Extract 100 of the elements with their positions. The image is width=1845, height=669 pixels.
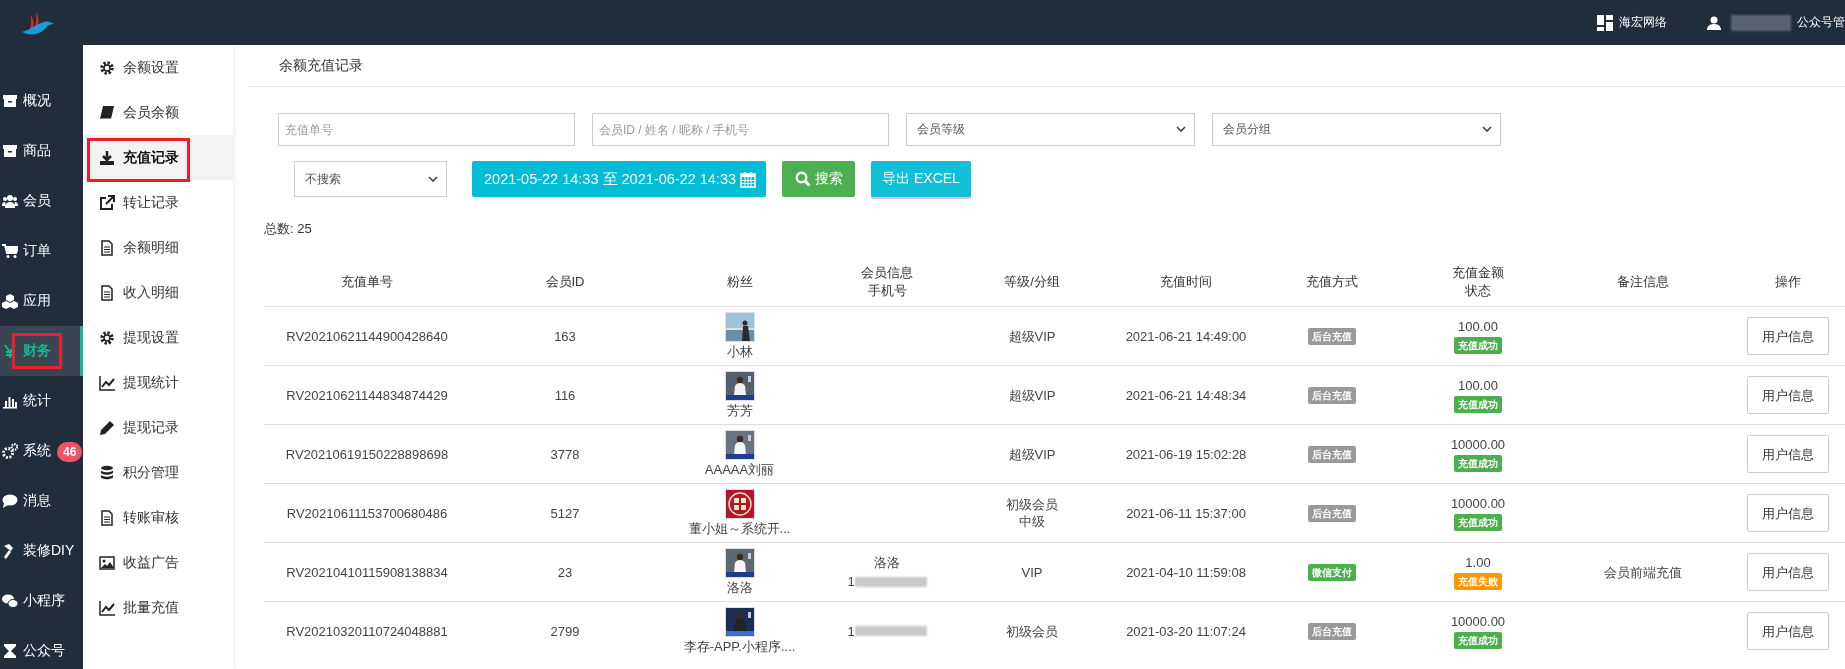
recharge-time: 2021-06-21 14:48:34: [1125, 387, 1247, 403]
nav-item[interactable]: 订单: [0, 226, 55, 276]
submenu-item[interactable]: 提现设置: [83, 315, 233, 360]
submenu-item[interactable]: 批量充值: [83, 585, 233, 630]
gear-icon: [99, 59, 115, 76]
users-icon: [2, 193, 18, 209]
method-tag: 后台充值: [1307, 505, 1356, 522]
nav-item[interactable]: 小程序: [0, 576, 69, 626]
document-icon: [99, 239, 115, 256]
phone-number: 1: [847, 573, 855, 590]
column-header: 充值方式: [1305, 273, 1358, 289]
dropdown[interactable]: 会员等级: [906, 113, 1195, 146]
dropdown[interactable]: 不搜索: [294, 161, 447, 197]
member-id: 163: [554, 328, 576, 344]
nav-item[interactable]: 会员: [0, 176, 55, 226]
nav-item[interactable]: 公众号: [0, 626, 69, 669]
user-info-button[interactable]: 用户信息: [1746, 553, 1829, 591]
nav-item[interactable]: 系统: [0, 426, 55, 476]
phone-number: 1: [847, 622, 855, 640]
nav-item[interactable]: 统计: [0, 376, 55, 426]
fan-name: 李存-APP.小程序....: [683, 638, 796, 655]
recharge-time: 2021-04-10 11:59:08: [1126, 564, 1246, 580]
method-tag: 后台充值: [1307, 328, 1356, 345]
user-info-button[interactable]: 用户信息: [1746, 376, 1829, 414]
user-info-button[interactable]: 用户信息: [1746, 435, 1829, 473]
nav-item[interactable]: 概况: [0, 76, 55, 126]
document-icon: [99, 284, 115, 301]
hourglass-icon: [2, 643, 18, 659]
method-tag: 后台充值: [1307, 387, 1356, 404]
status-tag: 充值成功: [1454, 514, 1502, 531]
method-tag: 后台充值: [1307, 623, 1356, 640]
account-link[interactable]: 公众号管: [1797, 14, 1845, 31]
user-info-button[interactable]: 用户信息: [1746, 317, 1829, 355]
member-id: 116: [554, 387, 576, 403]
input-field[interactable]: 充值单号: [278, 113, 575, 146]
submenu-item[interactable]: 收益广告: [83, 540, 233, 585]
member-level: 初级会员: [1006, 623, 1058, 639]
dropdown[interactable]: 会员分组: [1212, 113, 1501, 146]
nav-item[interactable]: 商品: [0, 126, 55, 176]
total-count: 总数: 25: [264, 220, 312, 238]
column-header: 会员ID: [545, 273, 585, 289]
submenu-item[interactable]: 收入明细: [83, 270, 233, 315]
pencil-icon: [99, 419, 115, 436]
external-link-icon: [99, 194, 115, 211]
submenu-item[interactable]: 会员余额: [83, 90, 233, 135]
submenu-item[interactable]: 充值记录: [83, 135, 233, 180]
submenu-item[interactable]: 转让记录: [83, 180, 233, 225]
line-chart-icon: [99, 374, 115, 391]
status-tag: 充值失败: [1454, 573, 1502, 590]
member-level: 超级VIP: [1008, 446, 1056, 462]
amount: 100.00: [1458, 318, 1498, 335]
submenu-item[interactable]: 转账审核: [83, 495, 233, 540]
recharge-time: 2021-06-21 14:49:00: [1125, 328, 1247, 344]
document-icon: [99, 509, 115, 526]
submenu-item[interactable]: 余额设置: [83, 45, 233, 90]
user-info-button[interactable]: 用户信息: [1746, 494, 1829, 532]
recharge-time: 2021-06-11 15:37:00: [1126, 505, 1246, 521]
submenu-item[interactable]: 提现记录: [83, 405, 233, 450]
member-id: 23: [557, 564, 573, 580]
nav-item[interactable]: 装修DIY: [0, 526, 79, 576]
status-tag: 充值成功: [1454, 632, 1502, 649]
note-text: 会员前端充值: [1604, 564, 1682, 580]
input-field[interactable]: 会员ID / 姓名 / 昵称 / 手机号: [592, 113, 889, 146]
method-tag: 微信支付: [1307, 564, 1356, 581]
image-icon: [99, 554, 115, 571]
amount: 1.00: [1465, 554, 1491, 571]
amount: 10000.00: [1450, 613, 1506, 630]
nav-item[interactable]: 应用: [0, 276, 55, 326]
fan-name: 小林: [726, 343, 753, 360]
column-header: 备注信息: [1617, 273, 1669, 289]
user-icon: [1707, 15, 1721, 30]
cart-icon: [2, 243, 18, 259]
recharge-time: 2021-06-19 15:02:28: [1125, 446, 1247, 462]
company-link[interactable]: 海宏网络: [1619, 14, 1667, 31]
database-icon: [99, 464, 115, 481]
column-header: 充值单号: [341, 273, 393, 289]
submenu-item[interactable]: 积分管理: [83, 450, 233, 495]
nav-item[interactable]: 消息: [0, 476, 55, 526]
amount: 100.00: [1458, 377, 1498, 394]
cubes-icon: [2, 293, 18, 309]
book-icon: [99, 104, 115, 121]
column-header: 会员信息 手机号: [861, 264, 913, 298]
member-level: 初级会员 中级: [1006, 497, 1058, 529]
column-header: 等级/分组: [1004, 273, 1060, 289]
user-info-button[interactable]: 用户信息: [1746, 612, 1829, 650]
fan-name: 洛洛: [726, 579, 753, 596]
gear-icon: [99, 329, 115, 346]
submenu-item[interactable]: 余额明细: [83, 225, 233, 270]
yen-icon: [2, 343, 18, 359]
page-title: 余额充值记录: [279, 56, 363, 75]
amount: 10000.00: [1450, 495, 1506, 512]
submenu-item[interactable]: 提现统计: [83, 360, 233, 405]
nav-item[interactable]: 财务: [0, 326, 83, 376]
grid-icon: [1597, 14, 1613, 31]
line-chart-icon: [99, 599, 115, 616]
recharge-time: 2021-03-20 11:07:24: [1126, 623, 1246, 639]
status-tag: 充值成功: [1454, 337, 1502, 354]
count-badge: 46: [57, 442, 83, 462]
gears-icon: [2, 443, 18, 459]
order-number: RV20210621144900428640: [286, 328, 448, 344]
